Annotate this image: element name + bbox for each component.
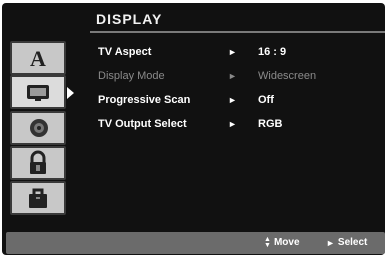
selected-tab-arrow bbox=[67, 87, 74, 99]
tab-display[interactable] bbox=[10, 75, 74, 109]
tab-language[interactable]: A bbox=[10, 41, 66, 75]
right-arrow-icon: ► bbox=[228, 119, 237, 129]
menu-item-display-mode: Display Mode ► Widescreen bbox=[98, 67, 383, 85]
menu-item-label: TV Output Select bbox=[98, 118, 187, 130]
menu-title: DISPLAY bbox=[96, 11, 163, 27]
lock-icon bbox=[30, 150, 46, 174]
menu-item-value: Off bbox=[258, 94, 274, 106]
move-hint: ▲ ▼ Move bbox=[264, 235, 300, 251]
display-setup-menu: DISPLAY A TV Aspect ► 16: 9 Display Mod… bbox=[2, 3, 385, 255]
menu-item-value: 16 : 9 bbox=[258, 46, 287, 58]
menu-item-value: RGB bbox=[258, 118, 283, 130]
right-arrow-icon: ► bbox=[326, 238, 335, 248]
move-hint-label: Move bbox=[273, 237, 300, 248]
select-hint: ► Select bbox=[326, 235, 367, 251]
menu-item-label: Progressive Scan bbox=[98, 94, 191, 106]
up-down-arrow-icon: ▲ ▼ bbox=[264, 236, 271, 249]
right-arrow-icon: ► bbox=[228, 47, 237, 57]
menu-item-progressive-scan[interactable]: Progressive Scan ► Off bbox=[98, 91, 383, 109]
audio-icon bbox=[30, 119, 48, 137]
menu-item-tv-output-select[interactable]: TV Output Select ► RGB bbox=[98, 115, 383, 133]
navigation-hint-bar: ▲ ▼ Move ► Select bbox=[6, 232, 385, 254]
display-icon bbox=[27, 85, 49, 101]
tab-audio[interactable] bbox=[10, 111, 66, 145]
select-hint-label: Select bbox=[337, 237, 368, 248]
menu-item-label: Display Mode bbox=[98, 70, 165, 82]
menu-item-label: TV Aspect bbox=[98, 46, 152, 58]
menu-item-tv-aspect[interactable]: TV Aspect ► 16 : 9 bbox=[98, 43, 383, 61]
right-arrow-icon: ► bbox=[228, 95, 237, 105]
menu-item-value: Widescreen bbox=[258, 70, 317, 82]
language-icon: A bbox=[30, 46, 46, 70]
category-sidebar: A bbox=[6, 33, 86, 228]
svg-text:A: A bbox=[30, 46, 46, 70]
header-divider bbox=[90, 31, 385, 33]
tab-lock[interactable] bbox=[10, 146, 66, 180]
right-arrow-icon: ► bbox=[228, 71, 237, 81]
others-icon bbox=[29, 188, 47, 208]
tab-others[interactable] bbox=[10, 181, 66, 215]
